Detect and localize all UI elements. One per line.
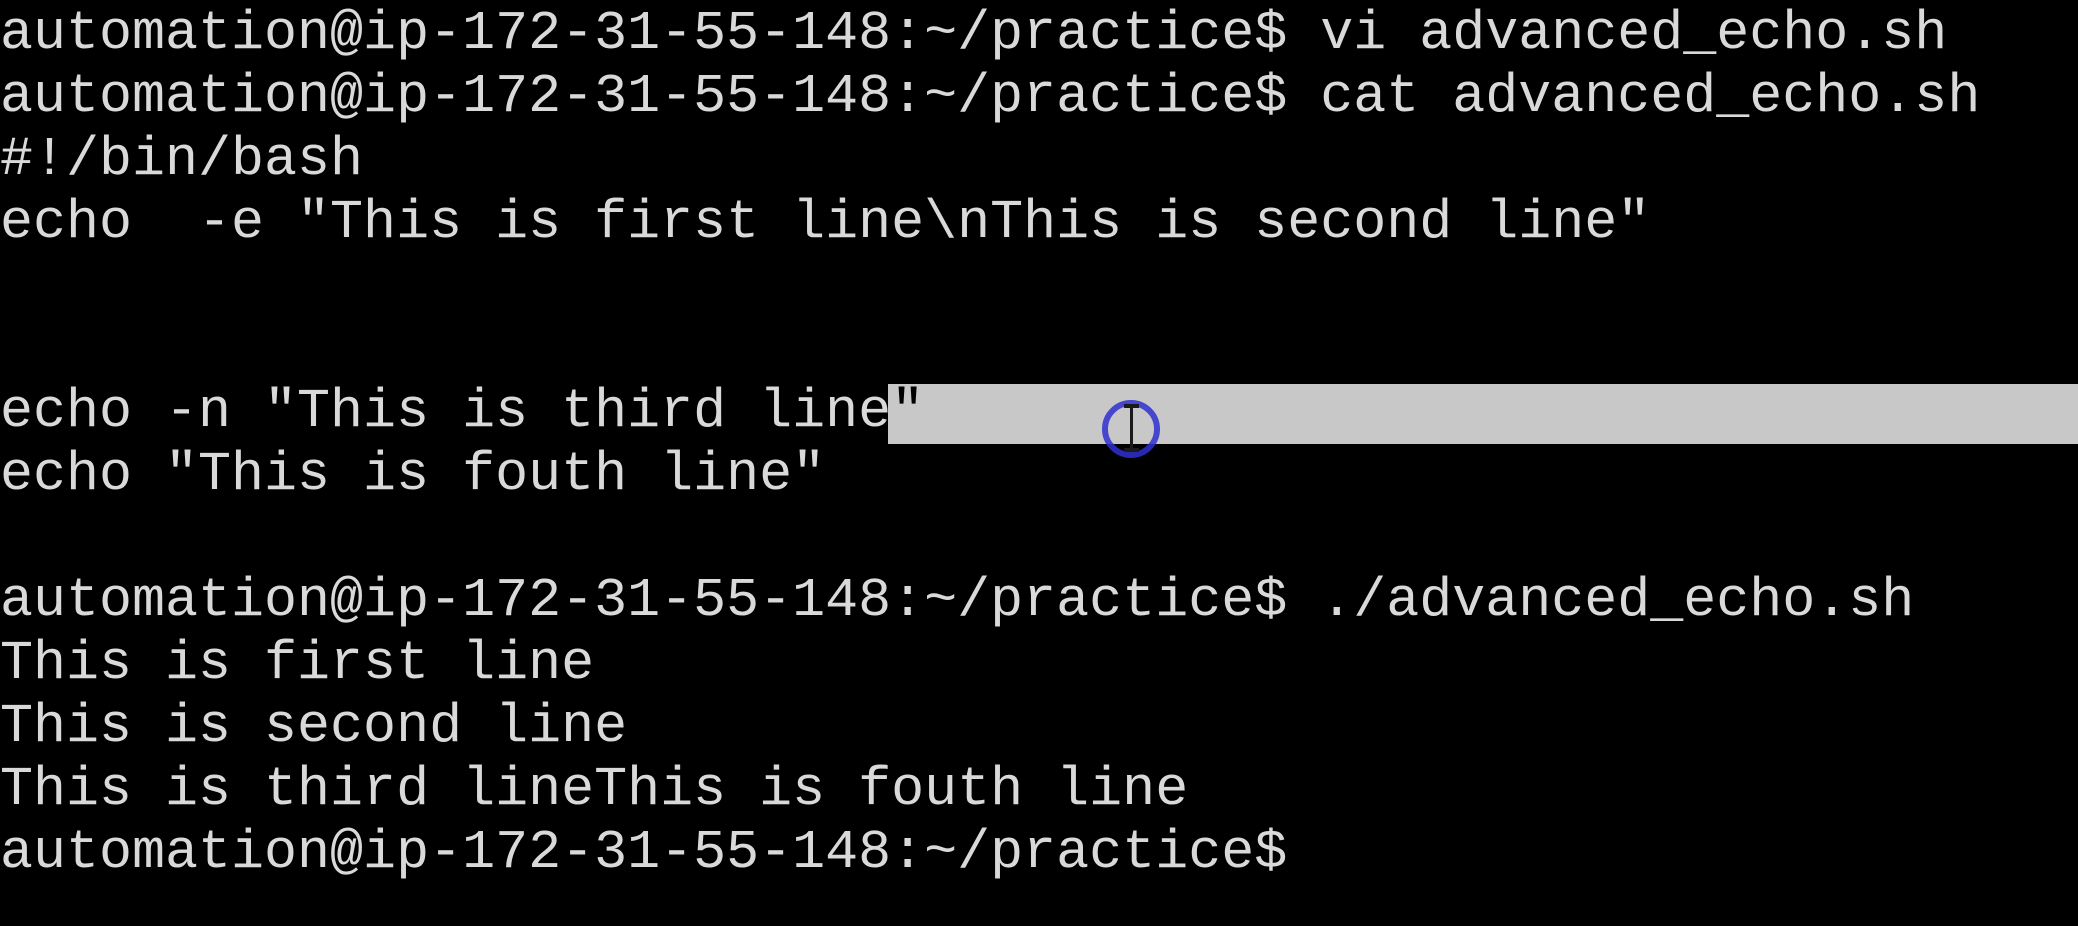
terminal-line-echo-e: echo -e "This is first line\nThis is sec… xyxy=(0,191,1651,254)
echo-n-text: echo -n "This is third line xyxy=(0,380,892,443)
terminal-line-echo-n: echo -n "This is third line" xyxy=(0,380,924,444)
terminal-line-vi-command: automation@ip-172-31-55-148:~/practice$ … xyxy=(0,2,1948,65)
terminal-window[interactable]: automation@ip-172-31-55-148:~/practice$ … xyxy=(0,0,2078,926)
selected-quote: " xyxy=(891,380,925,443)
text-selection-highlight xyxy=(888,384,2078,444)
terminal-line-echo-fourth: echo "This is fouth line" xyxy=(0,443,826,506)
terminal-line-run-command: automation@ip-172-31-55-148:~/practice$ … xyxy=(0,569,1915,632)
terminal-output-line: This is first line xyxy=(0,632,595,695)
text-ibeam-cursor-icon xyxy=(1124,404,1139,452)
terminal-output-line: This is second line xyxy=(0,695,628,758)
terminal-prompt[interactable]: automation@ip-172-31-55-148:~/practice$ xyxy=(0,821,1287,885)
terminal-line-cat-command: automation@ip-172-31-55-148:~/practice$ … xyxy=(0,65,1981,128)
terminal-output-line: This is third lineThis is fouth line xyxy=(0,758,1189,821)
terminal-line-shebang: #!/bin/bash xyxy=(0,128,364,191)
